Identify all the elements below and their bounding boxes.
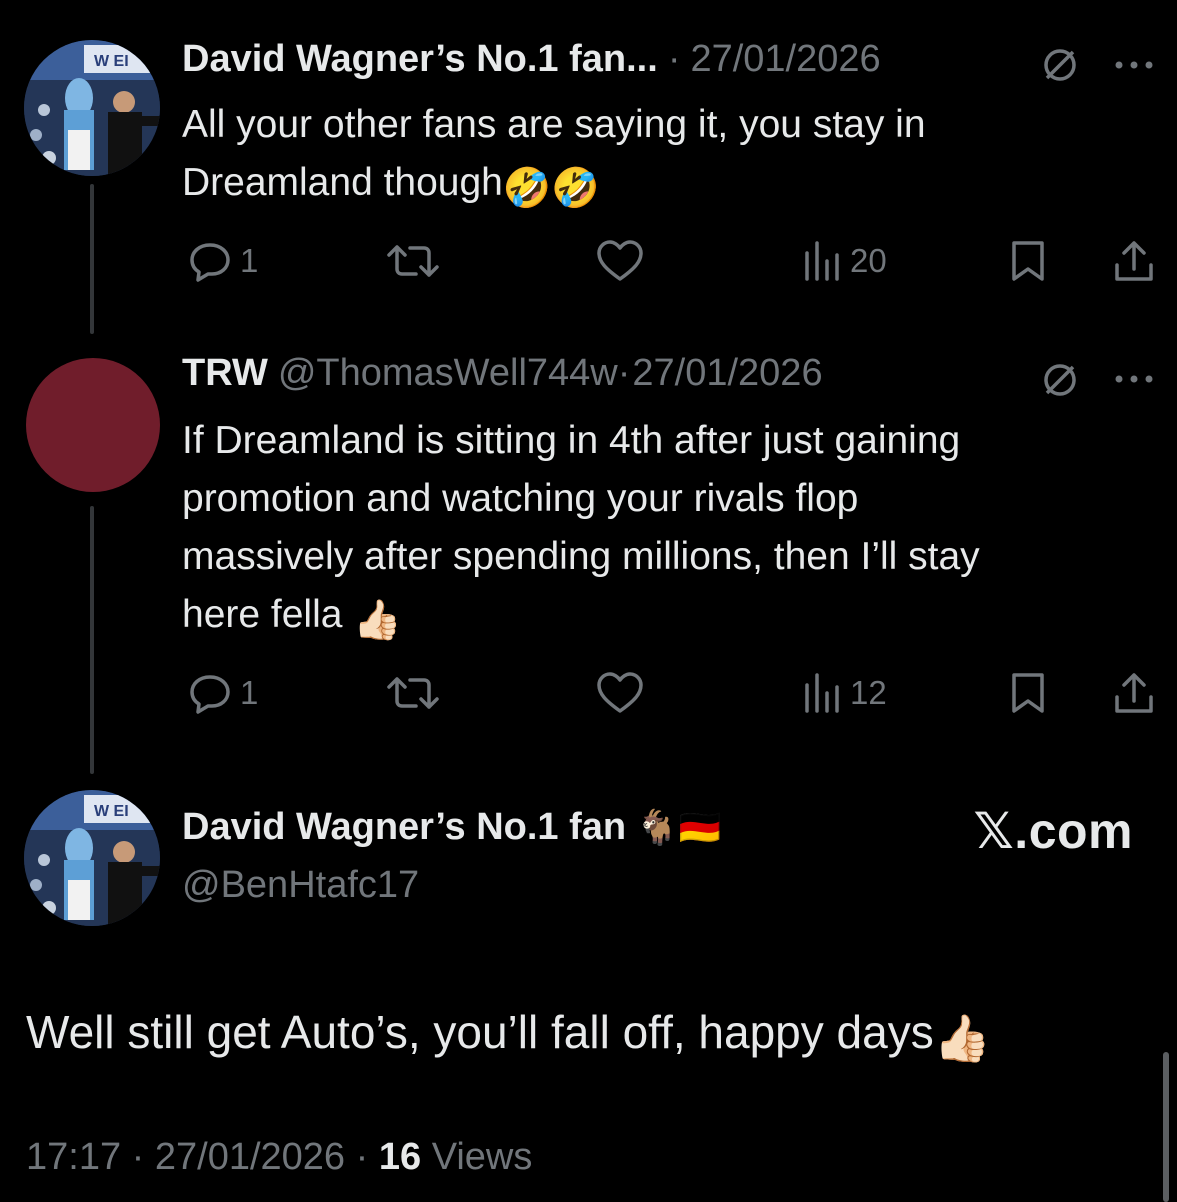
avatar[interactable]: W EI bbox=[24, 790, 160, 926]
avatar[interactable]: W EI bbox=[24, 40, 160, 176]
display-name[interactable]: David Wagner’s No.1 fan... bbox=[182, 38, 658, 81]
scrollbar[interactable] bbox=[1163, 1052, 1169, 1202]
retweet-button[interactable] bbox=[386, 668, 440, 718]
reply-icon bbox=[190, 675, 230, 714]
tweet-date[interactable]: 27/01/2026 bbox=[632, 352, 822, 395]
tweet-text-content: If Dreamland is sitting in 4th after jus… bbox=[182, 419, 980, 636]
reply-count: 1 bbox=[240, 674, 259, 711]
views-button[interactable]: 20 bbox=[802, 236, 887, 286]
handle[interactable]: @BenHtafc17 bbox=[182, 864, 419, 907]
views-label: Views bbox=[431, 1136, 533, 1178]
separator: · bbox=[131, 1136, 145, 1178]
bookmark-button[interactable] bbox=[1008, 668, 1048, 718]
more-icon[interactable] bbox=[1114, 58, 1154, 77]
share-icon bbox=[1115, 241, 1153, 281]
x-logo-watermark: 𝕏.com bbox=[973, 803, 1133, 859]
separator: · bbox=[355, 1136, 369, 1178]
svg-text:W EI: W EI bbox=[94, 53, 129, 70]
views-icon bbox=[805, 241, 839, 281]
laughing-emoji-icon: 🤣🤣 bbox=[502, 167, 600, 210]
muted-icon bbox=[1040, 45, 1080, 90]
share-button[interactable] bbox=[1112, 236, 1156, 286]
tweet-text: If Dreamland is sitting in 4th after jus… bbox=[182, 412, 1142, 650]
action-bar: 1 20 bbox=[182, 236, 1157, 286]
display-name[interactable]: David Wagner’s No.1 fan bbox=[182, 806, 626, 849]
handle[interactable]: @ThomasWell744w bbox=[278, 352, 618, 395]
share-button[interactable] bbox=[1112, 668, 1156, 718]
bookmark-button[interactable] bbox=[1008, 236, 1048, 286]
like-icon bbox=[597, 240, 643, 281]
action-bar: 1 12 bbox=[182, 668, 1157, 718]
like-icon bbox=[597, 672, 643, 713]
retweet-icon bbox=[387, 677, 439, 709]
views-count: 20 bbox=[850, 242, 887, 279]
views-icon bbox=[805, 673, 839, 713]
more-icon[interactable] bbox=[1114, 372, 1154, 391]
tweet-text: All your other fans are saying it, you s… bbox=[182, 96, 1142, 218]
main-tweet-text: Well still get Auto’s, you’ll fall off, … bbox=[26, 1002, 991, 1068]
tweet-date[interactable]: 27/01/2026 bbox=[155, 1136, 345, 1178]
share-icon bbox=[1115, 673, 1153, 713]
avatar[interactable] bbox=[26, 358, 160, 492]
reply-button[interactable]: 1 bbox=[188, 236, 258, 286]
reply-count: 1 bbox=[240, 242, 259, 279]
name-emoji-icon: 🐐🇩🇪 bbox=[636, 809, 721, 847]
bookmark-icon bbox=[1012, 241, 1044, 281]
tweet-header: TRW @ThomasWell744w · 27/01/2026 bbox=[182, 352, 823, 402]
separator: · bbox=[617, 352, 631, 394]
like-button[interactable] bbox=[596, 668, 644, 718]
display-name[interactable]: TRW bbox=[182, 352, 268, 395]
retweet-button[interactable] bbox=[386, 236, 440, 286]
views-count: 12 bbox=[850, 674, 887, 711]
tweet-header: David Wagner’s No.1 fan... · 27/01/2026 bbox=[182, 38, 881, 88]
thumbs-up-emoji-icon: 👍🏻 bbox=[933, 1012, 991, 1064]
tweet-time[interactable]: 17:17 bbox=[26, 1136, 121, 1178]
reply-button[interactable]: 1 bbox=[188, 668, 258, 718]
muted-icon bbox=[1040, 360, 1080, 405]
main-tweet-header: David Wagner’s No.1 fan 🐐🇩🇪 bbox=[182, 806, 721, 856]
thread-line bbox=[90, 184, 94, 334]
bookmark-icon bbox=[1012, 673, 1044, 713]
separator: · bbox=[667, 38, 681, 80]
main-tweet-text-content: Well still get Auto’s, you’ll fall off, … bbox=[26, 1006, 934, 1058]
thread-line bbox=[90, 506, 94, 774]
tweet-date[interactable]: 27/01/2026 bbox=[690, 38, 880, 81]
like-button[interactable] bbox=[596, 236, 644, 286]
reply-icon bbox=[190, 243, 230, 282]
svg-text:W EI: W EI bbox=[94, 803, 129, 820]
views-button[interactable]: 12 bbox=[802, 668, 887, 718]
views-count: 16 bbox=[378, 1136, 422, 1178]
tweet-meta: 17:17 · 27/01/2026 · 16 Views bbox=[26, 1136, 532, 1179]
retweet-icon bbox=[387, 245, 439, 277]
thumbs-up-emoji-icon: 👍🏻 bbox=[353, 599, 402, 642]
